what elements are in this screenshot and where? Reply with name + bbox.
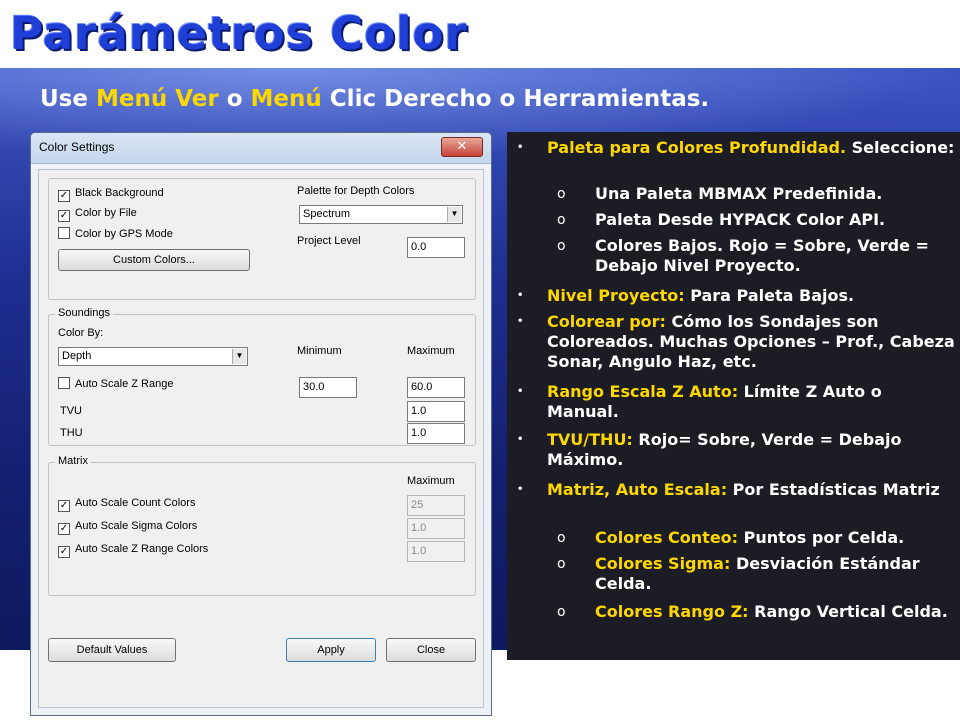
default-values-button[interactable]: Default Values: [48, 638, 176, 662]
checkbox-check-icon: ✓: [58, 190, 70, 202]
custom-colors-button[interactable]: Custom Colors...: [58, 249, 250, 271]
checkbox-label: Auto Scale Z Range Colors: [75, 543, 209, 555]
color-settings-dialog: Color Settings ✕ ✓ Black Background ✓ Colo…: [30, 132, 492, 716]
bullet-icon: •: [517, 434, 524, 445]
checkbox-label: Auto Scale Count Colors: [75, 497, 196, 509]
dialog-body: ✓ Black Background ✓ Color by File Color b…: [38, 169, 484, 708]
info-panel: • Paleta para Colores Profundidad. Selec…: [507, 132, 960, 660]
sub-bullet-icon: o: [557, 530, 566, 546]
thu-label: THU: [60, 427, 83, 439]
matrix-group-label: Matrix: [55, 455, 91, 467]
auto-scale-z-range-colors-checkbox[interactable]: ✓ Auto Scale Z Range Colors: [58, 543, 208, 558]
subtitle-text-1: Use: [40, 86, 96, 112]
color-by-gps-mode-checkbox[interactable]: Color by GPS Mode: [58, 227, 173, 240]
matrix-group: Matrix Maximum ✓ Auto Scale Count Colors …: [48, 455, 476, 596]
thu-input[interactable]: 1.0: [407, 423, 465, 444]
count-maximum-input[interactable]: 25: [407, 495, 465, 516]
soundings-group: Soundings Color By: Depth ▼ Auto Scale Z…: [48, 307, 476, 446]
minimum-label: Minimum: [297, 345, 342, 357]
sub-item-highlight: Colores Sigma:: [595, 554, 731, 573]
tvu-input[interactable]: 1.0: [407, 401, 465, 422]
sub-bullet-icon: o: [557, 186, 566, 202]
subtitle: Use Menú Ver o Menú Clic Derecho o Herra…: [40, 86, 709, 112]
item-text: Para Paleta Bajos.: [684, 286, 855, 305]
auto-scale-count-colors-checkbox[interactable]: ✓ Auto Scale Count Colors: [58, 497, 195, 512]
display-group: ✓ Black Background ✓ Color by File Color b…: [48, 178, 476, 300]
checkbox-check-icon: [58, 377, 70, 389]
minimum-input[interactable]: 30.0: [299, 377, 357, 398]
auto-scale-sigma-colors-checkbox[interactable]: ✓ Auto Scale Sigma Colors: [58, 520, 197, 535]
page-title: Parámetros Color: [10, 7, 468, 60]
item-highlight: Colorear por:: [547, 312, 666, 331]
checkbox-check-icon: ✓: [58, 500, 70, 512]
dialog-title: Color Settings: [39, 140, 115, 154]
item-text: Por Estadísticas Matriz: [727, 480, 940, 499]
sigma-maximum-input[interactable]: 1.0: [407, 518, 465, 539]
black-background-checkbox[interactable]: ✓ Black Background: [58, 187, 164, 202]
sub-item-highlight: Colores Conteo:: [595, 528, 739, 547]
sub-bullet-icon: o: [557, 556, 566, 572]
close-button[interactable]: Close: [386, 638, 476, 662]
color-by-file-checkbox[interactable]: ✓ Color by File: [58, 207, 137, 222]
project-level-label: Project Level: [297, 235, 361, 247]
dialog-close-icon[interactable]: ✕: [441, 137, 483, 157]
sub-item-text: Paleta Desde HYPACK Color API.: [595, 210, 886, 229]
sub-item-text: Una Paleta MBMAX Predefinida.: [595, 184, 883, 203]
item-text: Seleccione:: [846, 138, 955, 157]
sub-item-text: Colores Bajos. Rojo = Sobre, Verde = Deb…: [595, 236, 929, 275]
matrix-maximum-label: Maximum: [407, 475, 455, 487]
dialog-titlebar[interactable]: Color Settings ✕: [31, 133, 491, 164]
color-by-select[interactable]: Depth ▼: [58, 347, 248, 366]
item-highlight: Matriz, Auto Escala:: [547, 480, 728, 499]
bullet-icon: •: [517, 142, 524, 153]
sub-item-text: Puntos por Celda.: [738, 528, 905, 547]
tvu-label: TVU: [60, 405, 82, 417]
item-highlight: Paleta para Colores Profundidad.: [547, 138, 847, 157]
chevron-down-icon: ▼: [232, 349, 246, 364]
sub-bullet-icon: o: [557, 238, 566, 254]
subtitle-highlight-menu-ver: Menú Ver: [95, 86, 219, 112]
bullet-icon: •: [517, 484, 524, 495]
bullet-icon: •: [517, 290, 524, 301]
sub-bullet-icon: o: [557, 212, 566, 228]
checkbox-check-icon: ✓: [58, 523, 70, 535]
maximum-input[interactable]: 60.0: [407, 377, 465, 398]
auto-scale-z-range-checkbox[interactable]: Auto Scale Z Range: [58, 377, 173, 390]
subtitle-text-3: Clic Derecho o Herramientas.: [321, 86, 710, 112]
subtitle-highlight-menu: Menú: [250, 86, 322, 112]
soundings-group-label: Soundings: [55, 307, 113, 319]
item-highlight: TVU/THU:: [547, 430, 633, 449]
checkbox-check-icon: ✓: [58, 210, 70, 222]
chevron-down-icon: ▼: [447, 207, 461, 222]
checkbox-label: Auto Scale Sigma Colors: [75, 520, 198, 532]
maximum-label: Maximum: [407, 345, 455, 357]
checkbox-label: Color by GPS Mode: [75, 228, 173, 240]
checkbox-label: Black Background: [75, 187, 164, 199]
item-highlight: Nivel Proyecto:: [547, 286, 685, 305]
subtitle-text-2: o: [218, 86, 251, 112]
apply-button[interactable]: Apply: [286, 638, 376, 662]
slide-background: Use Menú Ver o Menú Clic Derecho o Herra…: [0, 68, 960, 716]
sub-bullet-icon: o: [557, 604, 566, 620]
palette-select[interactable]: Spectrum ▼: [299, 205, 463, 224]
palette-label: Palette for Depth Colors: [297, 185, 415, 197]
checkbox-label: Color by File: [75, 207, 137, 219]
checkbox-check-icon: ✓: [58, 546, 70, 558]
checkbox-label: Auto Scale Z Range: [75, 378, 174, 390]
checkbox-check-icon: [58, 227, 70, 239]
bullet-icon: •: [517, 386, 524, 397]
zrange-maximum-input[interactable]: 1.0: [407, 541, 465, 562]
color-by-label: Color By:: [58, 327, 104, 339]
item-highlight: Rango Escala Z Auto:: [547, 382, 739, 401]
project-level-input[interactable]: 0.0: [407, 237, 465, 258]
palette-value: Spectrum: [303, 208, 351, 220]
sub-item-highlight: Colores Rango Z:: [595, 602, 749, 621]
bullet-icon: •: [517, 316, 524, 327]
color-by-value: Depth: [62, 350, 92, 362]
sub-item-text: Rango Vertical Celda.: [748, 602, 948, 621]
